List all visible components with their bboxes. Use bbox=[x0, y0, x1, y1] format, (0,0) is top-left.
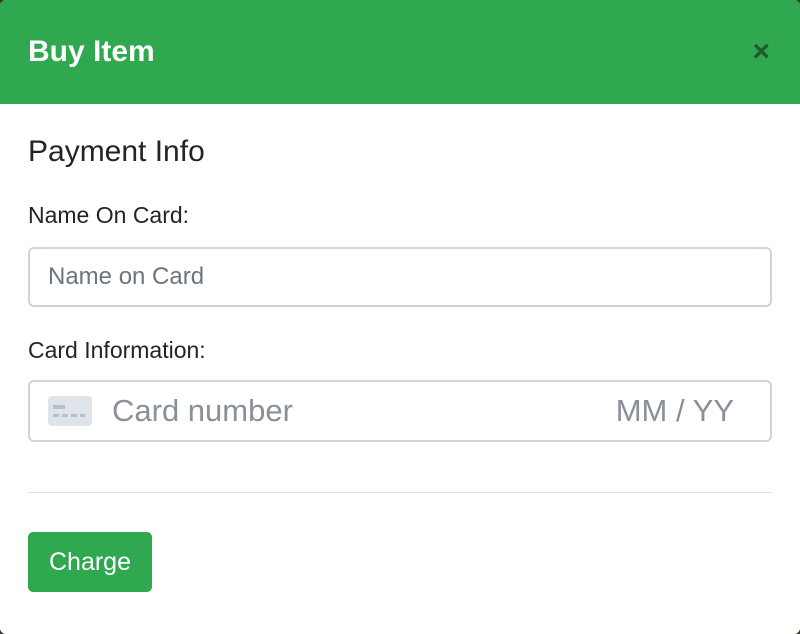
name-on-card-input[interactable] bbox=[28, 247, 772, 307]
credit-card-icon bbox=[48, 396, 92, 426]
card-expiry-placeholder[interactable]: MM / YY bbox=[616, 393, 734, 429]
card-information-label: Card Information: bbox=[28, 337, 206, 363]
charge-button[interactable]: Charge bbox=[28, 532, 152, 592]
card-number-placeholder[interactable]: Card number bbox=[112, 393, 616, 429]
modal-header: Buy Item × bbox=[0, 0, 800, 104]
card-information-field[interactable]: Card number MM / YY bbox=[28, 380, 772, 442]
modal-body: Payment Info Name On Card: Card Informat… bbox=[0, 132, 800, 592]
section-title: Payment Info bbox=[28, 135, 205, 168]
divider bbox=[28, 492, 772, 493]
close-icon[interactable]: × bbox=[752, 37, 770, 67]
name-on-card-label: Name On Card: bbox=[28, 202, 190, 228]
buy-item-modal: Buy Item × Payment Info Name On Card: Ca… bbox=[0, 0, 800, 634]
modal-title: Buy Item bbox=[28, 35, 155, 68]
